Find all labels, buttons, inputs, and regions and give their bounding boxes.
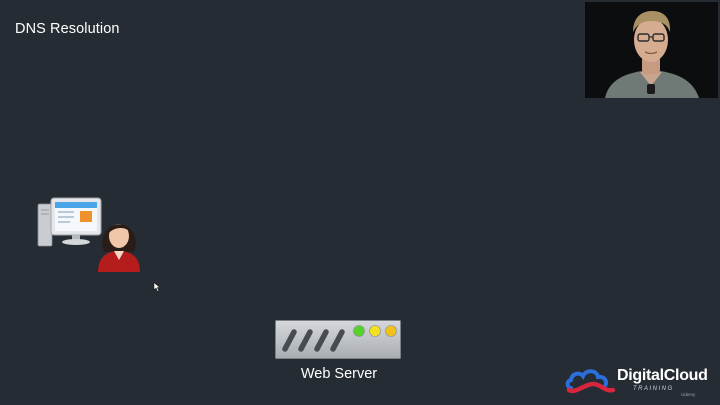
- slide-title: DNS Resolution: [15, 21, 120, 37]
- watermark-text: Udemy: [681, 392, 696, 397]
- server-status-led: [353, 325, 365, 337]
- web-server: [275, 320, 401, 360]
- server-status-led: [369, 325, 381, 337]
- presenter-image: [585, 2, 718, 98]
- mouse-pointer-icon: [153, 279, 161, 292]
- user-workstation-icon: [37, 197, 140, 272]
- cloud-logo-icon: [565, 369, 616, 394]
- logo-text: DigitalCloud: [617, 367, 708, 384]
- brand-logo: DigitalCloud TRAINING Udemy: [565, 364, 715, 398]
- server-label: Web Server: [300, 366, 378, 382]
- client-user-group: [36, 196, 146, 274]
- logo-subtext: TRAINING: [633, 386, 674, 392]
- server-status-led: [385, 325, 397, 337]
- web-server-icon: [275, 320, 401, 359]
- presenter-webcam: [585, 2, 718, 98]
